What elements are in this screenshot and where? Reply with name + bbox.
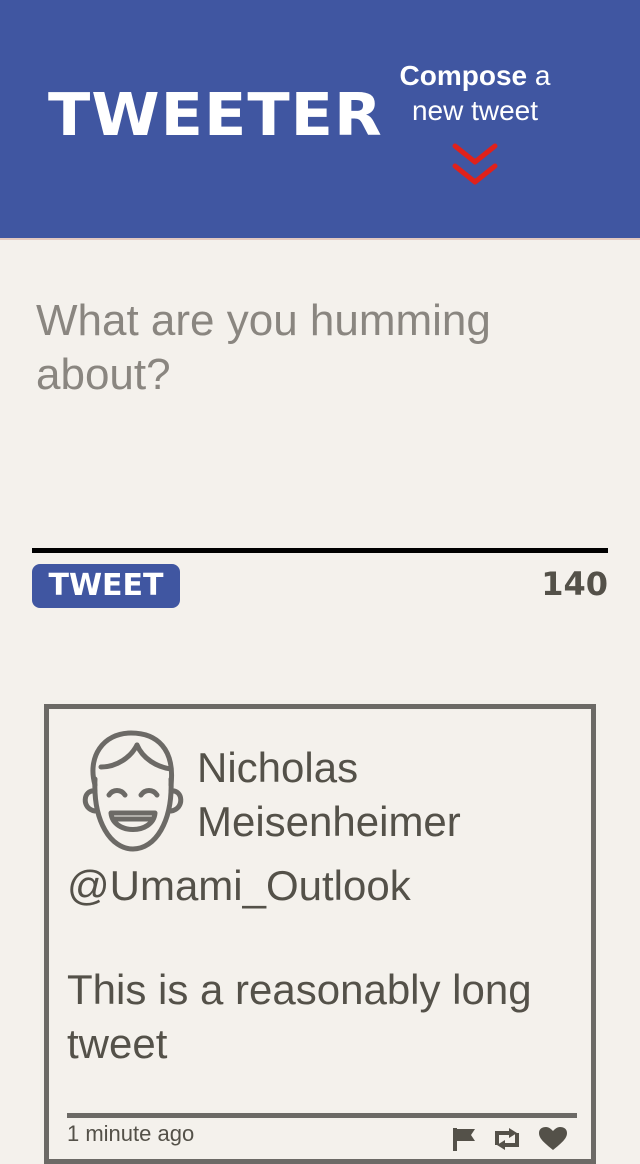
- compose-label-line2: new tweet: [411, 95, 539, 126]
- tweet-body-text: This is a reasonably long tweet: [67, 966, 532, 1067]
- tweet-timestamp: 1 minute ago: [67, 1121, 195, 1146]
- retweet-icon[interactable]: [493, 1127, 521, 1151]
- compose-divider: [32, 548, 608, 553]
- compose-label-strong: Compose: [399, 60, 528, 91]
- compose-label-rest: a: [527, 60, 551, 91]
- character-counter: 140: [541, 565, 608, 603]
- flag-icon[interactable]: [451, 1127, 479, 1151]
- compose-toggle[interactable]: Compose a new tweet: [380, 58, 570, 190]
- tweet-author-handle: @Umami_Outlook: [67, 862, 411, 909]
- tweet-compose-input[interactable]: [32, 290, 608, 540]
- tweet-footer-divider: [67, 1113, 577, 1118]
- tweet-submit-button[interactable]: TWEET: [32, 564, 180, 608]
- tweet-author-name: Nicholas Meisenheimer: [197, 744, 461, 845]
- tweet-card: Nicholas Meisenheimer @Umami_Outlook Thi…: [44, 704, 596, 1164]
- chevron-down-double-icon[interactable]: [451, 142, 499, 190]
- heart-icon[interactable]: [539, 1127, 567, 1151]
- app-logo: TWEETER: [48, 79, 383, 150]
- app-header: TWEETER Compose a new tweet: [0, 0, 640, 240]
- avatar-icon: [82, 730, 184, 852]
- compose-label-line1: Compose a: [380, 58, 570, 94]
